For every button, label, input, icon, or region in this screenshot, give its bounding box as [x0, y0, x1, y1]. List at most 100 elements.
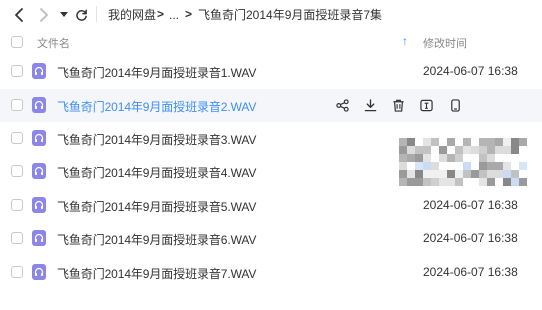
- mosaic-cell: [423, 178, 431, 186]
- refresh-button[interactable]: [73, 3, 89, 27]
- mosaic-cell: [399, 178, 407, 186]
- file-modified-time: 2024-06-07 16:38: [423, 64, 518, 78]
- mosaic-cell: [407, 154, 415, 162]
- column-header-modified[interactable]: 修改时间: [423, 35, 467, 51]
- mosaic-cell: [439, 170, 447, 178]
- mosaic-cell: [519, 178, 527, 186]
- file-row[interactable]: 飞鱼奇门2014年9月面授班录音2.WAV: [0, 89, 542, 122]
- mosaic-cell: [415, 170, 423, 178]
- mosaic-cell: [455, 178, 463, 186]
- mosaic-cell: [447, 138, 455, 146]
- rename-button[interactable]: [418, 97, 434, 113]
- mosaic-cell: [407, 138, 415, 146]
- mosaic-cell: [503, 162, 511, 170]
- mosaic-cell: [487, 146, 495, 154]
- mosaic-cell: [479, 170, 487, 178]
- back-button[interactable]: [10, 3, 28, 27]
- mosaic-cell: [431, 138, 439, 146]
- row-checkbox[interactable]: [11, 132, 23, 144]
- history-dropdown-button[interactable]: [58, 3, 70, 27]
- mosaic-cell: [439, 146, 447, 154]
- audio-file-icon: [32, 197, 46, 213]
- audio-file-icon: [32, 130, 46, 146]
- mosaic-cell: [439, 178, 447, 186]
- mosaic-cell: [495, 170, 503, 178]
- mosaic-cell: [511, 146, 519, 154]
- audio-file-icon: [32, 264, 46, 280]
- row-checkbox[interactable]: [11, 165, 23, 177]
- file-name[interactable]: 飞鱼奇门2014年9月面授班录音2.WAV: [57, 98, 256, 115]
- file-name[interactable]: 飞鱼奇门2014年9月面授班录音3.WAV: [57, 131, 256, 148]
- mosaic-cell: [455, 154, 463, 162]
- mosaic-cell: [455, 146, 463, 154]
- mosaic-cell: [503, 178, 511, 186]
- mosaic-cell: [495, 146, 503, 154]
- row-checkbox[interactable]: [11, 99, 23, 111]
- file-modified-time: 2024-06-07 16:38: [423, 265, 518, 279]
- mosaic-cell: [519, 162, 527, 170]
- mosaic-cell: [407, 170, 415, 178]
- mosaic-cell: [503, 170, 511, 178]
- mosaic-cell: [463, 162, 471, 170]
- chevron-left-icon: [15, 8, 23, 22]
- toolbar-divider: [96, 6, 97, 22]
- mosaic-cell: [471, 146, 479, 154]
- file-row[interactable]: 飞鱼奇门2014年9月面授班录音7.WAV 2024-06-07 16:38: [0, 256, 542, 289]
- mosaic-cell: [415, 146, 423, 154]
- delete-button[interactable]: [390, 97, 406, 113]
- send-to-phone-button[interactable]: [447, 97, 463, 113]
- mosaic-cell: [503, 146, 511, 154]
- select-all-checkbox[interactable]: [11, 36, 23, 48]
- mosaic-cell: [487, 154, 495, 162]
- row-checkbox[interactable]: [11, 199, 23, 211]
- file-row[interactable]: 飞鱼奇门2014年9月面授班录音1.WAV 2024-06-07 16:38: [0, 55, 542, 88]
- mosaic-cell: [487, 162, 495, 170]
- file-row[interactable]: 飞鱼奇门2014年9月面授班录音6.WAV 2024-06-07 16:38: [0, 222, 542, 255]
- share-icon: [335, 98, 349, 112]
- download-button[interactable]: [362, 97, 378, 113]
- file-name[interactable]: 飞鱼奇门2014年9月面授班录音5.WAV: [57, 198, 256, 215]
- column-header-name[interactable]: 文件名: [37, 35, 70, 51]
- sort-ascending-icon[interactable]: ↑: [402, 34, 408, 48]
- breadcrumb-ellipsis[interactable]: ...: [169, 7, 179, 23]
- audio-file-icon: [32, 163, 46, 179]
- mosaic-cell: [407, 146, 415, 154]
- share-button[interactable]: [334, 97, 350, 113]
- audio-file-icon: [32, 97, 46, 113]
- mosaic-cell: [479, 162, 487, 170]
- mosaic-cell: [511, 138, 519, 146]
- mosaic-cell: [463, 170, 471, 178]
- mosaic-cell: [487, 138, 495, 146]
- mosaic-cell: [519, 138, 527, 146]
- file-modified-time: 2024-06-07 16:38: [423, 231, 518, 245]
- row-checkbox[interactable]: [11, 232, 23, 244]
- audio-file-icon: [32, 230, 46, 246]
- delete-icon: [392, 99, 404, 112]
- file-name[interactable]: 飞鱼奇门2014年9月面授班录音1.WAV: [57, 64, 256, 81]
- rename-icon: [419, 99, 433, 111]
- mosaic-cell: [415, 154, 423, 162]
- mosaic-cell: [407, 178, 415, 186]
- mosaic-cell: [399, 170, 407, 178]
- file-row[interactable]: 飞鱼奇门2014年9月面授班录音5.WAV 2024-06-07 16:38: [0, 189, 542, 222]
- download-icon: [364, 98, 376, 111]
- audio-file-icon: [32, 63, 46, 79]
- mosaic-cell: [423, 154, 431, 162]
- mosaic-cell: [463, 138, 471, 146]
- chevron-right-icon: [40, 8, 48, 22]
- toolbar: 我的网盘 > ... > 飞鱼奇门2014年9月面授班录音7集: [0, 0, 542, 30]
- mosaic-cell: [479, 178, 487, 186]
- row-checkbox[interactable]: [11, 65, 23, 77]
- mosaic-cell: [423, 138, 431, 146]
- forward-button[interactable]: [36, 3, 52, 27]
- row-checkbox[interactable]: [11, 266, 23, 278]
- file-name[interactable]: 飞鱼奇门2014年9月面授班录音4.WAV: [57, 164, 256, 181]
- mosaic-cell: [511, 178, 519, 186]
- mosaic-cell: [415, 162, 423, 170]
- breadcrumb-root[interactable]: 我的网盘: [108, 7, 156, 23]
- mosaic-cell: [487, 178, 495, 186]
- file-modified-time: 2024-06-07 16:38: [423, 198, 518, 212]
- file-name[interactable]: 飞鱼奇门2014年9月面授班录音6.WAV: [57, 231, 256, 248]
- mosaic-cell: [439, 154, 447, 162]
- file-name[interactable]: 飞鱼奇门2014年9月面授班录音7.WAV: [57, 265, 256, 282]
